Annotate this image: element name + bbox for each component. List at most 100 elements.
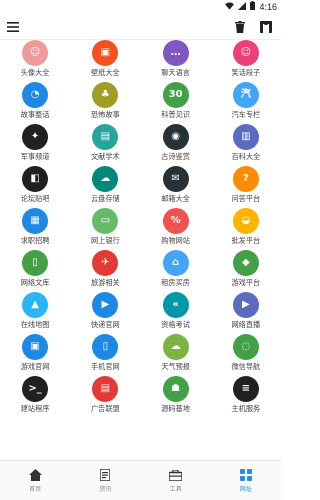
android-icon: ☗ bbox=[162, 376, 189, 402]
grid-item[interactable]: ◆ 游戏平台 bbox=[211, 250, 281, 292]
horror-icon: ♣ bbox=[92, 82, 119, 108]
grid-item[interactable]: >_ 建站程序 bbox=[0, 376, 70, 418]
grid-item[interactable]: ▯ 网络文库 bbox=[0, 250, 70, 292]
game-site-icon: ▣ bbox=[22, 334, 49, 360]
ad-icon: ▤ bbox=[92, 376, 119, 402]
grid-item-label: 源码基地 bbox=[161, 404, 190, 413]
grid-item-label: 网络文库 bbox=[20, 278, 50, 287]
grid-item[interactable]: ☗ 源码基地 bbox=[141, 376, 211, 418]
grid-item[interactable]: ◒ 批发平台 bbox=[211, 208, 281, 250]
grid-item-label: 网上银行 bbox=[90, 236, 120, 245]
grid-item[interactable]: ✦ 军事频道 bbox=[0, 124, 70, 166]
tab-news-label: 资讯 bbox=[99, 487, 112, 493]
grid-item[interactable]: ▭ 网上银行 bbox=[70, 208, 140, 250]
tab-news[interactable]: 资讯 bbox=[70, 461, 140, 500]
grid-item-label: 百科大全 bbox=[231, 152, 261, 161]
grid-item[interactable]: ▤ 广告联盟 bbox=[70, 376, 140, 418]
tab-tools[interactable]: 工具 bbox=[141, 461, 211, 500]
grid-item-label: 微信导航 bbox=[231, 362, 261, 371]
grid-item-label: 笑话段子 bbox=[231, 68, 261, 77]
hamburger-menu-icon[interactable] bbox=[4, 18, 22, 36]
grid-item[interactable]: … 聊天语言 bbox=[141, 40, 211, 82]
mail-icon: ✉ bbox=[162, 166, 189, 192]
grid-item-label: 主机服务 bbox=[231, 404, 261, 413]
grid-item[interactable]: ▣ 游戏官网 bbox=[0, 334, 70, 376]
grid-item-label: 购物网站 bbox=[161, 236, 190, 245]
grid-item[interactable]: 30 科普见识 bbox=[141, 82, 211, 124]
grid-item-label: 游戏平台 bbox=[231, 278, 261, 287]
weather-icon: ☁ bbox=[162, 334, 189, 360]
grid-item[interactable]: ▥ 百科大全 bbox=[211, 124, 281, 166]
grid-item[interactable]: ✉ 邮箱大全 bbox=[141, 166, 211, 208]
map-icon: ▲ bbox=[22, 292, 49, 318]
grid-item-label: 问答平台 bbox=[231, 194, 261, 203]
tab-sites[interactable]: 网址 bbox=[211, 461, 281, 500]
military-icon: ✦ bbox=[22, 124, 49, 150]
grid-item[interactable]: ☺ 笑话段子 bbox=[211, 40, 281, 82]
grid-item-label: 邮箱大全 bbox=[161, 194, 190, 203]
grid-item-label: 求职招聘 bbox=[20, 236, 50, 245]
grid-item[interactable]: ☺ 头像大全 bbox=[0, 40, 70, 82]
grid-item-label: 手机官网 bbox=[90, 362, 120, 371]
encyclopedia-icon: ▥ bbox=[232, 124, 259, 150]
qa-icon: ? bbox=[232, 166, 259, 192]
grid-item[interactable]: ✈ 旅游相关 bbox=[70, 250, 140, 292]
grid-item[interactable]: ≡ 主机服务 bbox=[211, 376, 281, 418]
exam-icon: « bbox=[162, 292, 189, 318]
grid-item[interactable]: ☁ 云盘存储 bbox=[70, 166, 140, 208]
grid-item-label: 建站程序 bbox=[20, 404, 50, 413]
grid-item-label: 在线地图 bbox=[20, 320, 50, 329]
grid-item[interactable]: ▲ 在线地图 bbox=[0, 292, 70, 334]
live-stream-icon: ▶ bbox=[232, 292, 259, 318]
github-icon[interactable] bbox=[257, 18, 275, 36]
grid-item[interactable]: ▣ 壁纸大全 bbox=[70, 40, 140, 82]
grid-item-label: 头像大全 bbox=[20, 68, 50, 77]
grid-item-label: 恐怖故事 bbox=[90, 110, 120, 119]
bottom-navigation: 首页 资讯 工具 网址 bbox=[0, 460, 281, 500]
grid-item[interactable]: « 资格考试 bbox=[141, 292, 211, 334]
wallpaper-icon: ▣ bbox=[92, 40, 119, 66]
grid-item[interactable]: ☁ 天气预报 bbox=[141, 334, 211, 376]
joke-icon: ☺ bbox=[232, 40, 259, 66]
grid-item-label: 广告联盟 bbox=[90, 404, 120, 413]
toolbox-icon bbox=[169, 468, 183, 482]
terminal-icon: >_ bbox=[22, 376, 49, 402]
tab-home[interactable]: 首页 bbox=[0, 461, 70, 500]
grid-icon bbox=[239, 468, 253, 482]
grid-item[interactable]: ▦ 求职招聘 bbox=[0, 208, 70, 250]
trash-icon[interactable] bbox=[231, 18, 249, 36]
grid-item-label: 网络直播 bbox=[231, 320, 261, 329]
grid-item[interactable]: % 购物网站 bbox=[141, 208, 211, 250]
science-icon: 30 bbox=[162, 82, 189, 108]
chat-icon: … bbox=[162, 40, 189, 66]
grid-item-label: 快递官网 bbox=[90, 320, 120, 329]
grid-item[interactable]: ♣ 恐怖故事 bbox=[70, 82, 140, 124]
grid-item[interactable]: ⌂ 租房买房 bbox=[141, 250, 211, 292]
grid-item[interactable]: ? 问答平台 bbox=[211, 166, 281, 208]
status-bar: 4:16 bbox=[0, 0, 281, 14]
cloud-storage-icon: ☁ bbox=[92, 166, 119, 192]
grid-item[interactable]: 汽汽车专栏 bbox=[211, 82, 281, 124]
avatar-icon: ☺ bbox=[22, 40, 49, 66]
grid-item[interactable]: ◉ 古诗鉴赏 bbox=[141, 124, 211, 166]
grid-item[interactable]: ▶ 快递官网 bbox=[70, 292, 140, 334]
grid-item-label: 汽车专栏 bbox=[231, 110, 261, 119]
phone-icon: ▯ bbox=[92, 334, 119, 360]
poetry-icon: ◉ bbox=[162, 124, 189, 150]
house-icon: ⌂ bbox=[162, 250, 189, 276]
grid-item-label: 古诗鉴赏 bbox=[161, 152, 190, 161]
grid-item[interactable]: ◔ 故事整话 bbox=[0, 82, 70, 124]
grid-item-label: 天气预报 bbox=[161, 362, 190, 371]
grid-item-label: 批发平台 bbox=[231, 236, 261, 245]
grid-item[interactable]: ▶ 网络直播 bbox=[211, 292, 281, 334]
grid-item-label: 旅游相关 bbox=[90, 278, 120, 287]
server-icon: ≡ bbox=[232, 376, 259, 402]
status-time: 4:16 bbox=[259, 1, 277, 12]
grid-item[interactable]: ▯ 手机官网 bbox=[70, 334, 140, 376]
grid-item-label: 资格考试 bbox=[161, 320, 190, 329]
grid-item-label: 军事频道 bbox=[20, 152, 50, 161]
grid-item[interactable]: ▤ 文献学术 bbox=[70, 124, 140, 166]
grid-item[interactable]: ◧ 论坛贴吧 bbox=[0, 166, 70, 208]
grid-item[interactable]: ◌ 微信导航 bbox=[211, 334, 281, 376]
grid-item-label: 文献学术 bbox=[90, 152, 120, 161]
